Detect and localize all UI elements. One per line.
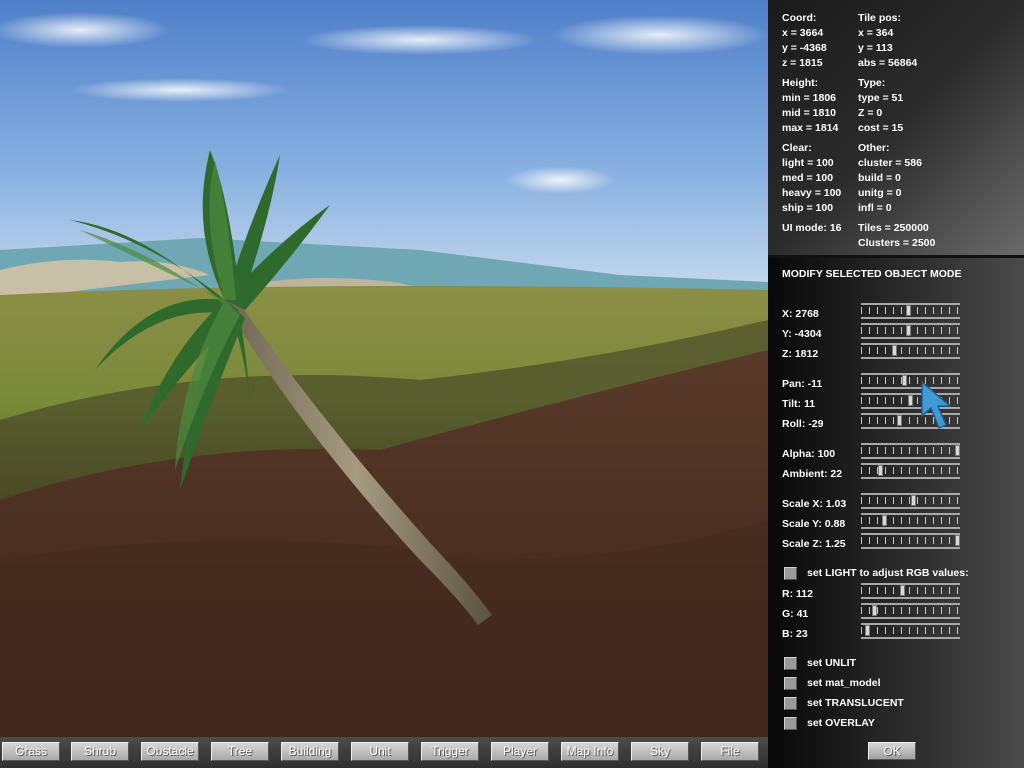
other-title: Other: bbox=[858, 142, 890, 154]
roll-slider-thumb[interactable] bbox=[897, 415, 902, 426]
ui-mode: UI mode: 16 bbox=[782, 222, 842, 234]
other-build: build = 0 bbox=[858, 172, 901, 184]
tilt-slider-thumb[interactable] bbox=[908, 395, 913, 406]
x-slider-label: X: 2768 bbox=[782, 308, 819, 320]
x-slider-thumb[interactable] bbox=[906, 305, 911, 316]
y-slider-label: Y: -4304 bbox=[782, 328, 822, 340]
x-slider[interactable] bbox=[861, 303, 960, 321]
overlay-label: set OVERLAY bbox=[807, 717, 875, 729]
alpha-slider-thumb[interactable] bbox=[955, 445, 960, 456]
coord-y: y = -4368 bbox=[782, 42, 827, 54]
scale-z-slider-label: Scale Z: 1.25 bbox=[782, 538, 846, 550]
tile-x: x = 364 bbox=[858, 27, 894, 39]
type-title: Type: bbox=[858, 77, 886, 89]
terrain-scene bbox=[0, 0, 768, 740]
panel-divider bbox=[768, 255, 1024, 258]
trigger-button[interactable]: Trigger bbox=[421, 742, 479, 761]
bottom-toolbar: Grass Shrub Obstacle Tree Building Unit … bbox=[0, 737, 768, 768]
tile-abs: abs = 56864 bbox=[858, 57, 918, 69]
height-mid: mid = 1810 bbox=[782, 107, 836, 119]
unlit-checkbox[interactable] bbox=[784, 657, 797, 670]
light-rgb-checkbox[interactable] bbox=[784, 567, 797, 580]
tile-pos-title: Tile pos: bbox=[858, 12, 901, 24]
clear-med: med = 100 bbox=[782, 172, 834, 184]
light-rgb-label: set LIGHT to adjust RGB values: bbox=[807, 567, 969, 579]
b-slider-label: B: 23 bbox=[782, 628, 808, 640]
mat-model-label: set mat_model bbox=[807, 677, 881, 689]
ok-button[interactable]: OK bbox=[868, 742, 916, 760]
r-slider[interactable] bbox=[861, 583, 960, 601]
sky-button[interactable]: Sky bbox=[631, 742, 689, 761]
g-slider-label: G: 41 bbox=[782, 608, 809, 620]
other-cluster: cluster = 586 bbox=[858, 157, 922, 169]
b-slider[interactable] bbox=[861, 623, 960, 641]
mat-model-checkbox[interactable] bbox=[784, 677, 797, 690]
g-slider[interactable] bbox=[861, 603, 960, 621]
mode-title: MODIFY SELECTED OBJECT MODE bbox=[782, 268, 962, 280]
ambient-slider[interactable] bbox=[861, 463, 960, 481]
clusters-count: Clusters = 2500 bbox=[858, 237, 936, 249]
unit-button[interactable]: Unit bbox=[351, 742, 409, 761]
shrub-button[interactable]: Shrub bbox=[71, 742, 129, 761]
obstacle-button[interactable]: Obstacle bbox=[141, 742, 199, 761]
unlit-label: set UNLIT bbox=[807, 657, 857, 669]
tilt-slider-label: Tilt: 11 bbox=[782, 398, 816, 410]
other-unitg: unitg = 0 bbox=[858, 187, 902, 199]
translucent-checkbox[interactable] bbox=[784, 697, 797, 710]
scale-y-slider-thumb[interactable] bbox=[882, 515, 887, 526]
scale-x-slider-label: Scale X: 1.03 bbox=[782, 498, 847, 510]
r-slider-label: R: 112 bbox=[782, 588, 813, 600]
ambient-slider-label: Ambient: 22 bbox=[782, 468, 843, 480]
mouse-cursor-icon bbox=[921, 380, 953, 429]
type-value: type = 51 bbox=[858, 92, 904, 104]
roll-slider-label: Roll: -29 bbox=[782, 418, 824, 430]
r-slider-thumb[interactable] bbox=[900, 585, 905, 596]
clear-heavy: heavy = 100 bbox=[782, 187, 842, 199]
z-slider-label: Z: 1812 bbox=[782, 348, 819, 360]
tiles-count: Tiles = 250000 bbox=[858, 222, 929, 234]
coord-title: Coord: bbox=[782, 12, 817, 24]
y-slider[interactable] bbox=[861, 323, 960, 341]
scale-y-slider[interactable] bbox=[861, 513, 960, 531]
alpha-slider-label: Alpha: 100 bbox=[782, 448, 836, 460]
height-min: min = 1806 bbox=[782, 92, 836, 104]
building-button[interactable]: Building bbox=[281, 742, 339, 761]
pan-slider-label: Pan: -11 bbox=[782, 378, 823, 390]
z-slider[interactable] bbox=[861, 343, 960, 361]
b-slider-thumb[interactable] bbox=[865, 625, 870, 636]
translucent-label: set TRANSLUCENT bbox=[807, 697, 904, 709]
alpha-slider[interactable] bbox=[861, 443, 960, 461]
type-z: Z = 0 bbox=[858, 107, 883, 119]
ambient-slider-thumb[interactable] bbox=[878, 465, 883, 476]
scale-x-slider-thumb[interactable] bbox=[911, 495, 916, 506]
tile-y: y = 113 bbox=[858, 42, 893, 54]
pan-slider-thumb[interactable] bbox=[902, 375, 907, 386]
y-slider-thumb[interactable] bbox=[906, 325, 911, 336]
height-title: Height: bbox=[782, 77, 819, 89]
file-button[interactable]: File bbox=[701, 742, 759, 761]
g-slider-thumb[interactable] bbox=[872, 605, 877, 616]
clear-ship: ship = 100 bbox=[782, 202, 834, 214]
height-max: max = 1814 bbox=[782, 122, 839, 134]
z-slider-thumb[interactable] bbox=[892, 345, 897, 356]
scale-x-slider[interactable] bbox=[861, 493, 960, 511]
scale-z-slider[interactable] bbox=[861, 533, 960, 551]
other-infl: infl = 0 bbox=[858, 202, 892, 214]
player-button[interactable]: Player bbox=[491, 742, 549, 761]
scale-y-slider-label: Scale Y: 0.88 bbox=[782, 518, 846, 530]
map-info-button[interactable]: Map Info bbox=[561, 742, 619, 761]
editor-panel: Coord: x = 3664 y = -4368 z = 1815 Tile … bbox=[768, 0, 1024, 768]
scale-z-slider-thumb[interactable] bbox=[955, 535, 960, 546]
coord-z: z = 1815 bbox=[782, 57, 823, 69]
type-cost: cost = 15 bbox=[858, 122, 904, 134]
overlay-checkbox[interactable] bbox=[784, 717, 797, 730]
3d-viewport[interactable] bbox=[0, 0, 768, 740]
tree-button[interactable]: Tree bbox=[211, 742, 269, 761]
coord-x: x = 3664 bbox=[782, 27, 824, 39]
info-panel: Coord: x = 3664 y = -4368 z = 1815 Tile … bbox=[768, 0, 1024, 255]
grass-button[interactable]: Grass bbox=[2, 742, 60, 761]
clear-title: Clear: bbox=[782, 142, 812, 154]
clear-light: light = 100 bbox=[782, 157, 834, 169]
